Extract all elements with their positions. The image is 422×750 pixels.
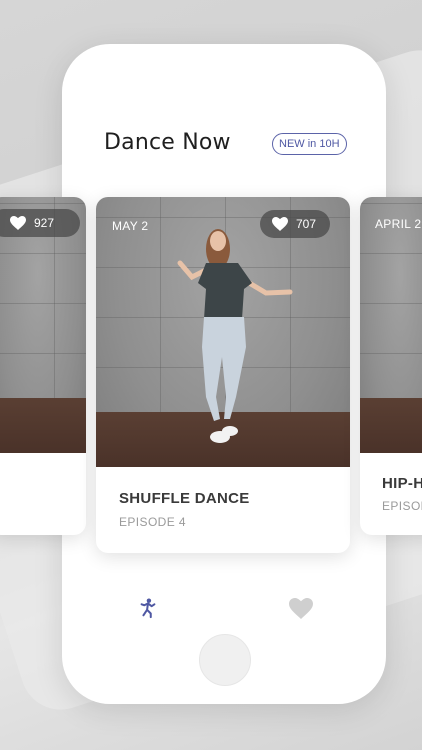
dancer-icon[interactable] bbox=[137, 597, 159, 619]
episode-card-right[interactable]: APRIL 29 HIP-H EPISOD bbox=[360, 197, 422, 535]
episode-card-center[interactable]: MAY 2 707 SHUFFLE DANCE EPISODE 4 bbox=[96, 197, 350, 553]
likes-pill[interactable]: 707 bbox=[260, 210, 331, 238]
heart-icon bbox=[10, 216, 26, 230]
home-button[interactable] bbox=[199, 634, 251, 686]
new-badge: NEW in 10H bbox=[272, 133, 347, 155]
card-title: SHUFFLE DANCE bbox=[119, 490, 250, 507]
card-subtitle: EPISODE 4 bbox=[119, 515, 186, 529]
page-title: Dance Now bbox=[104, 130, 231, 155]
episode-card-left[interactable]: 927 bbox=[0, 197, 86, 535]
card-date: MAY 2 bbox=[112, 219, 149, 233]
card-subtitle: EPISOD bbox=[382, 499, 422, 513]
likes-pill[interactable]: 927 bbox=[0, 209, 80, 237]
likes-count: 927 bbox=[34, 216, 55, 230]
card-photo bbox=[360, 197, 422, 453]
heart-icon bbox=[272, 217, 288, 231]
card-date: APRIL 29 bbox=[375, 217, 422, 231]
heart-icon[interactable] bbox=[289, 598, 313, 619]
card-title: HIP-H bbox=[382, 475, 422, 492]
likes-count: 707 bbox=[296, 217, 317, 231]
